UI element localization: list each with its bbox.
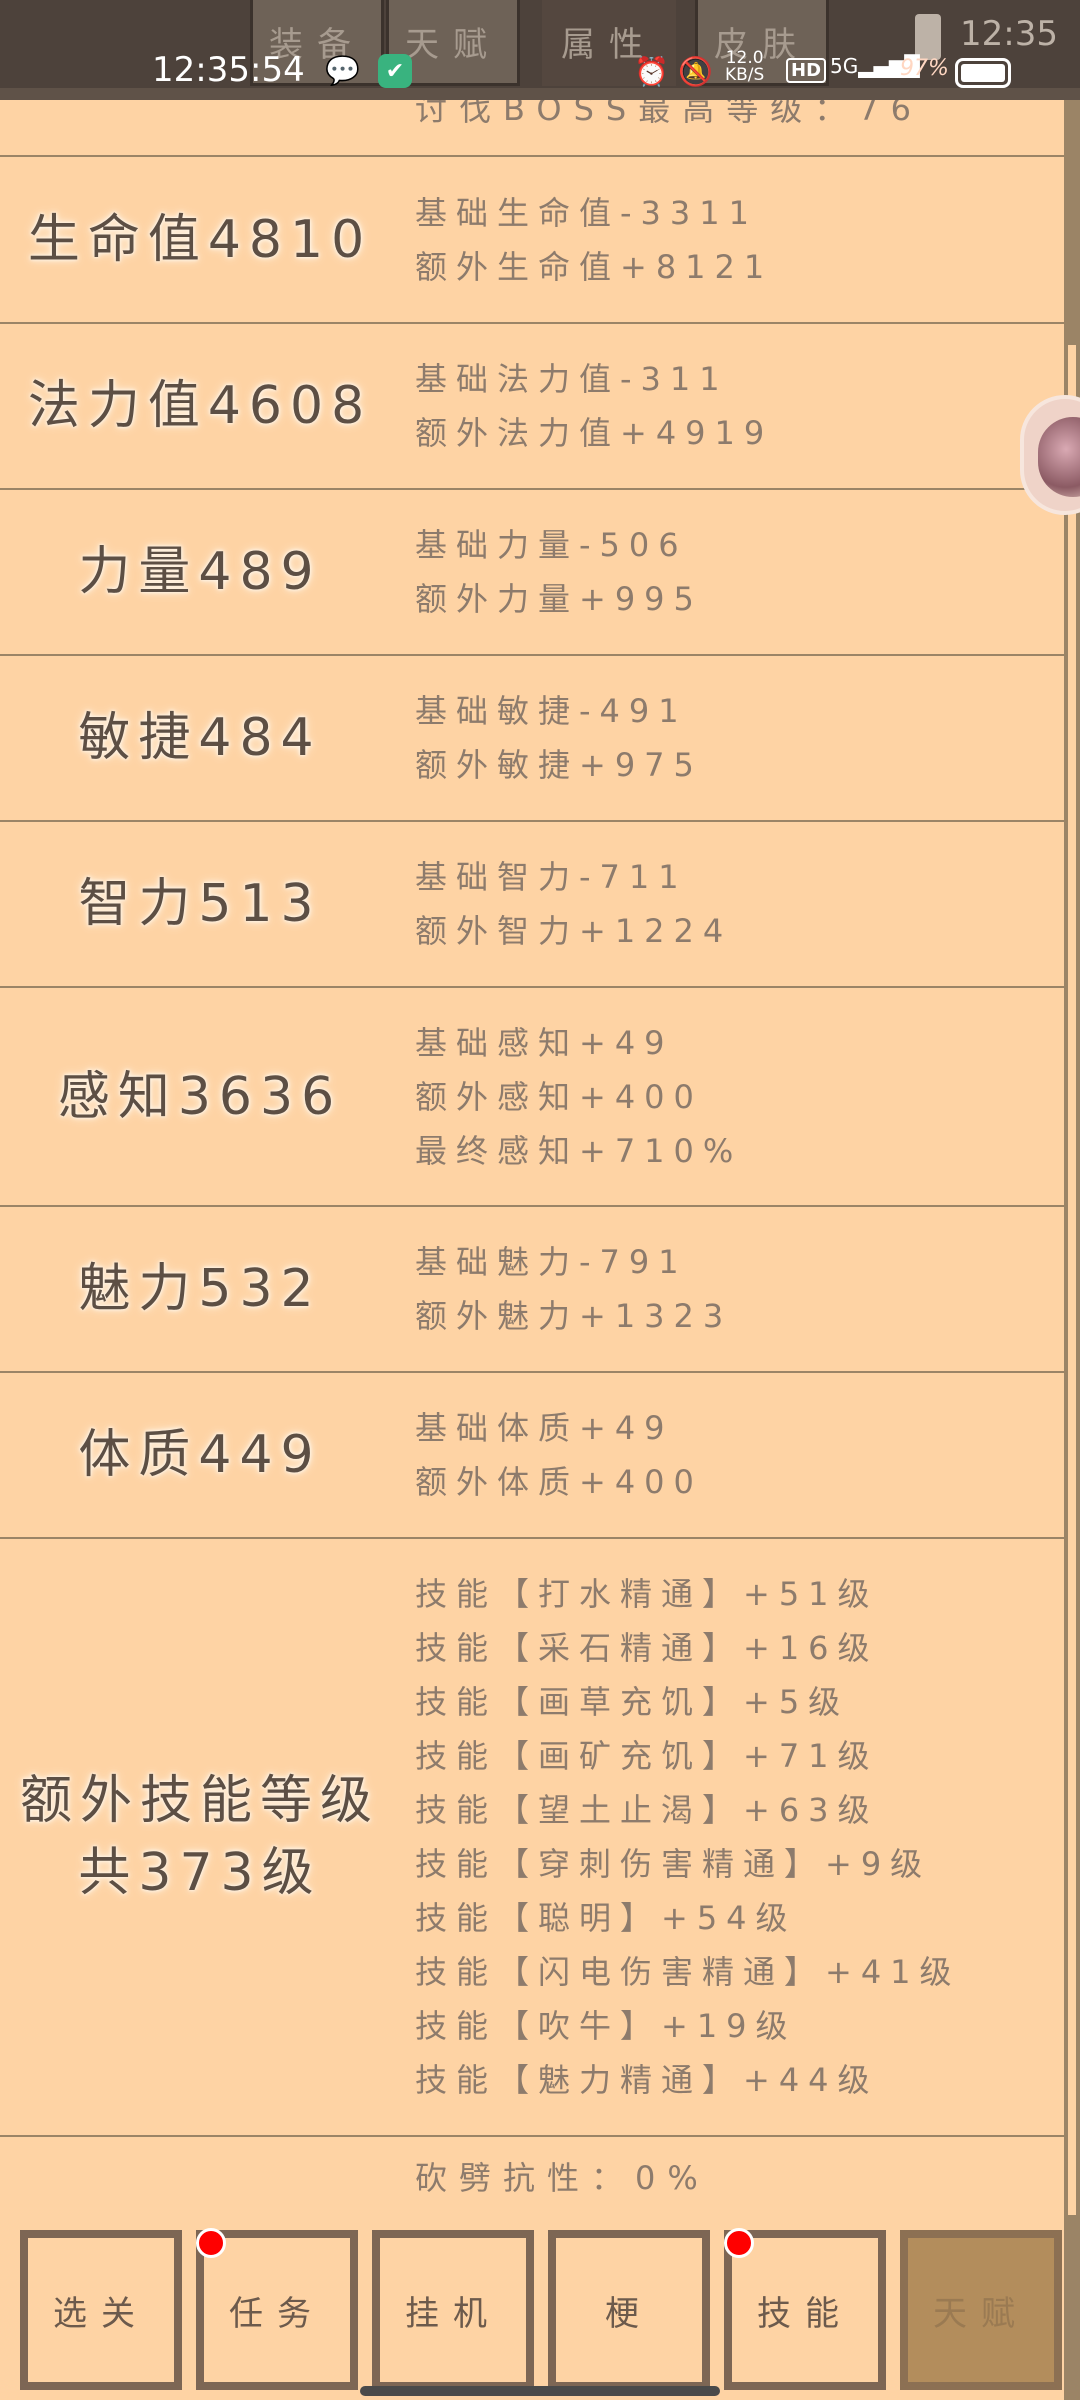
skill-detail: 技能【吹牛】+19级 bbox=[415, 2007, 797, 2045]
stat-detail: 基础体质+49 bbox=[415, 1409, 674, 1447]
stat-row-hp: 生命值4810 基础生命值-3311 额外生命值+8121 bbox=[0, 157, 1064, 324]
stat-detail: 基础智力-711 bbox=[415, 858, 688, 896]
status-time-secondary: 12:35 bbox=[960, 14, 1058, 54]
scrollbar-thumb[interactable] bbox=[1068, 345, 1076, 2215]
stat-name-constitution: 体质449 bbox=[78, 1425, 322, 1485]
skills-total-line1: 额外技能等级 bbox=[19, 1771, 380, 1831]
stat-detail: 基础敏捷-491 bbox=[415, 692, 688, 730]
stat-row-perception: 感知3636 基础感知+49 额外感知+400 最终感知+710% bbox=[0, 988, 1064, 1207]
alarm-icon: ⏰ bbox=[634, 55, 669, 88]
stat-detail: 额外力量+995 bbox=[415, 580, 703, 618]
battery-percent: 97% bbox=[900, 56, 949, 81]
status-time: 12:35:54 bbox=[152, 50, 305, 90]
stat-name-charisma: 魅力532 bbox=[78, 1259, 322, 1319]
avatar-image bbox=[1038, 417, 1080, 497]
skill-detail: 技能【采石精通】+16级 bbox=[415, 1629, 879, 1667]
nav-label: 技能 bbox=[732, 2238, 878, 2382]
stat-name-mp: 法力值4608 bbox=[27, 376, 373, 436]
stat-row-intelligence: 智力513 基础智力-711 额外智力+1224 bbox=[0, 822, 1064, 988]
nav-label: 任务 bbox=[204, 2238, 350, 2382]
stat-name-strength: 力量489 bbox=[78, 542, 322, 602]
bottom-nav: 选关 任务 挂机 梗 技能 天赋 bbox=[0, 2220, 1080, 2400]
hd-icon: HD bbox=[786, 58, 827, 83]
nav-idle-button[interactable]: 挂机 bbox=[372, 2230, 534, 2390]
stat-row-agility: 敏捷484 基础敏捷-491 额外敏捷+975 bbox=[0, 656, 1064, 822]
resistance-row: 砍劈抗性：0% bbox=[0, 2137, 1064, 2227]
skill-detail: 技能【闪电伤害精通】+41级 bbox=[415, 1953, 961, 1991]
stat-detail: 额外魅力+1323 bbox=[415, 1297, 733, 1335]
skill-detail: 技能【望土止渴】+63级 bbox=[415, 1791, 879, 1829]
stat-name-agility: 敏捷484 bbox=[78, 708, 322, 768]
stat-row-constitution: 体质449 基础体质+49 额外体质+400 bbox=[0, 1373, 1064, 1539]
battery-level-icon bbox=[955, 58, 1011, 88]
stat-name-intelligence: 智力513 bbox=[78, 874, 322, 934]
nav-talent-button[interactable]: 天赋 bbox=[900, 2230, 1062, 2390]
nav-meme-button[interactable]: 梗 bbox=[548, 2230, 710, 2390]
floating-avatar-button[interactable] bbox=[1020, 395, 1080, 515]
shield-icon: ✔ bbox=[378, 54, 412, 88]
stat-row-strength: 力量489 基础力量-506 额外力量+995 bbox=[0, 490, 1064, 656]
stat-detail: 基础感知+49 bbox=[415, 1023, 674, 1062]
skills-total-label: 额外技能等级 共373级 bbox=[0, 1539, 400, 2135]
skill-detail: 技能【聪明】+54级 bbox=[415, 1899, 797, 1937]
app-root: 讨伐BOSS最高等级：76 生命值4810 基础生命值-3311 额外生命值+8… bbox=[0, 0, 1080, 2400]
stat-detail: 额外体质+400 bbox=[415, 1463, 703, 1501]
nav-label: 天赋 bbox=[908, 2238, 1054, 2382]
skill-detail: 技能【画矿充饥】+71级 bbox=[415, 1737, 879, 1775]
nav-label: 选关 bbox=[28, 2238, 174, 2382]
bell-off-icon: 🔕 bbox=[678, 55, 713, 88]
resistance-text: 砍劈抗性：0% bbox=[415, 2159, 710, 2197]
stat-detail: 额外感知+400 bbox=[415, 1077, 703, 1116]
stat-detail: 额外敏捷+975 bbox=[415, 746, 703, 784]
skills-notification-badge bbox=[724, 2228, 754, 2258]
skills-total-line2: 共373级 bbox=[78, 1843, 322, 1903]
home-indicator[interactable] bbox=[360, 2386, 720, 2396]
network-speed-unit: KB/S bbox=[725, 65, 765, 85]
skill-detail: 技能【打水精通】+51级 bbox=[415, 1575, 879, 1613]
nav-label: 梗 bbox=[556, 2238, 702, 2382]
stat-detail: 基础生命值-3311 bbox=[415, 193, 758, 232]
stat-detail: 基础魅力-791 bbox=[415, 1243, 688, 1281]
stat-detail: 额外智力+1224 bbox=[415, 912, 733, 950]
stat-row-mp: 法力值4608 基础法力值-311 额外法力值+4919 bbox=[0, 324, 1064, 490]
stat-row-skills: 额外技能等级 共373级 技能【打水精通】+51级 技能【采石精通】+16级 技… bbox=[0, 1539, 1064, 2137]
skill-detail: 技能【画草充饥】+5级 bbox=[415, 1683, 850, 1721]
wechat-icon: 💬 bbox=[325, 54, 360, 87]
stat-detail: 基础力量-506 bbox=[415, 526, 688, 564]
skill-detail: 技能【魅力精通】+44级 bbox=[415, 2061, 879, 2099]
nav-label: 挂机 bbox=[380, 2238, 526, 2382]
network-speed: 12.0 KB/S bbox=[725, 50, 764, 84]
tasks-notification-badge bbox=[196, 2228, 226, 2258]
stat-row-charisma: 魅力532 基础魅力-791 额外魅力+1323 bbox=[0, 1207, 1064, 1373]
stat-detail: 基础法力值-311 bbox=[415, 360, 729, 398]
stat-name-hp: 生命值4810 bbox=[27, 209, 373, 270]
stat-detail: 额外法力值+4919 bbox=[415, 414, 774, 452]
stat-detail: 额外生命值+8121 bbox=[415, 247, 774, 286]
stat-detail: 最终感知+710% bbox=[415, 1131, 743, 1170]
nav-select-level-button[interactable]: 选关 bbox=[20, 2230, 182, 2390]
stat-name-perception: 感知3636 bbox=[57, 1066, 343, 1127]
signal-label: 5G bbox=[830, 54, 859, 78]
skill-detail: 技能【穿刺伤害精通】+9级 bbox=[415, 1845, 932, 1883]
